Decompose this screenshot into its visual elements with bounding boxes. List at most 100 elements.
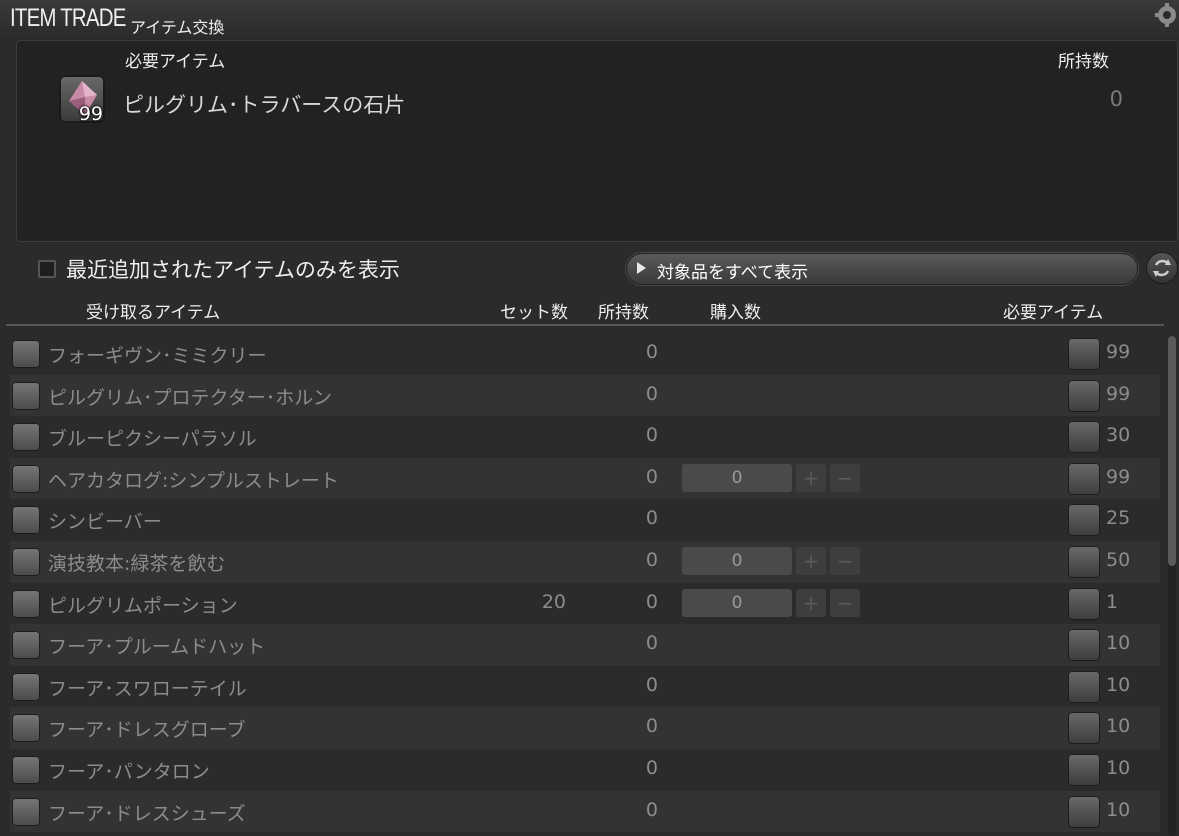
- item-name: 演技教本:緑茶を飲む: [48, 552, 226, 575]
- window-subtitle: アイテム交換: [130, 18, 225, 37]
- item-icon: [12, 340, 40, 368]
- potion-flask-icon[interactable]: [1068, 504, 1100, 537]
- item-icon: [12, 423, 40, 452]
- decrement-button[interactable]: −: [830, 546, 860, 575]
- table-row[interactable]: フーア･ドレスグローブ 0 10: [10, 707, 1160, 749]
- filter-row: 最近追加されたアイテムのみを表示 対象品をすべて表示: [0, 250, 1179, 290]
- item-icon: [12, 672, 40, 701]
- item-name: シンビーバー: [48, 511, 162, 534]
- item-owned-count: 0: [645, 673, 658, 696]
- feather-scale-icon[interactable]: [1068, 545, 1100, 578]
- required-item-cost: 10: [1106, 632, 1131, 655]
- item-name: ブルーピクシーパラソル: [48, 428, 257, 451]
- purchase-quantity-input[interactable]: 0: [682, 546, 792, 575]
- column-set-count: セット数: [500, 303, 568, 323]
- item-icon: [12, 464, 40, 493]
- item-icon: [12, 755, 40, 784]
- feather-scale-icon[interactable]: [1068, 587, 1100, 620]
- decrement-button[interactable]: −: [830, 588, 860, 617]
- required-item-cost: 10: [1106, 756, 1131, 779]
- table-row[interactable]: ピルグリムポーション 20 0 0 + −1: [10, 583, 1160, 625]
- item-owned-count: 0: [645, 424, 658, 447]
- crystal-shard-icon[interactable]: [1068, 338, 1100, 370]
- table-row[interactable]: フォーギヴン･ミミクリー 0 99: [10, 333, 1160, 375]
- required-item-quantity: 99: [78, 103, 103, 125]
- decrement-button[interactable]: −: [830, 463, 860, 492]
- item-name: フーア･ドレスシューズ: [48, 802, 246, 825]
- increment-button[interactable]: +: [796, 546, 826, 575]
- item-icon: [12, 381, 40, 410]
- feather-scale-icon[interactable]: [1068, 670, 1100, 703]
- scrollbar-thumb[interactable]: [1168, 336, 1176, 566]
- show-all-label: 対象品をすべて表示: [657, 263, 809, 283]
- owned-count-label: 所持数: [1058, 52, 1109, 72]
- required-item-cost: 10: [1106, 798, 1131, 821]
- required-item-name: ピルグリム･トラバースの石片: [123, 93, 406, 117]
- table-row[interactable]: シンビーバー 0 25: [10, 499, 1160, 541]
- required-item-cost: 25: [1106, 507, 1131, 530]
- show-all-button[interactable]: 対象品をすべて表示: [626, 253, 1138, 285]
- item-list: フォーギヴン･ミミクリー 0 99 ピルグリム･プロテクター･ホルン 0 99 ブルーピクシ…: [10, 333, 1160, 833]
- recent-items-checkbox-label[interactable]: 最近追加されたアイテムのみを表示: [66, 254, 400, 284]
- item-name: ピルグリムポーション: [48, 594, 238, 617]
- recent-items-checkbox[interactable]: [38, 260, 56, 278]
- item-owned-count: 0: [645, 715, 658, 738]
- purchase-quantity-input[interactable]: 0: [682, 463, 792, 492]
- required-item-cost: 99: [1106, 382, 1131, 405]
- refresh-icon[interactable]: [1146, 252, 1178, 284]
- potion-flask-icon[interactable]: [1068, 462, 1100, 495]
- feather-scale-icon[interactable]: [1068, 712, 1100, 745]
- column-receive: 受け取るアイテム: [86, 303, 221, 323]
- item-owned-count: 0: [645, 632, 658, 655]
- table-row[interactable]: ブルーピクシーパラソル 0 30: [10, 416, 1160, 458]
- table-row[interactable]: フーア･プルームドハット 0 10: [10, 624, 1160, 666]
- table-row[interactable]: フーア･スワローテイル 0 10: [10, 666, 1160, 708]
- increment-button[interactable]: +: [796, 588, 826, 617]
- required-item-cost: 99: [1106, 465, 1131, 488]
- item-owned-count: 0: [645, 507, 658, 530]
- play-icon: [637, 262, 646, 274]
- table-row[interactable]: フーア･パンタロン 0 10: [10, 749, 1160, 791]
- table-row[interactable]: 演技教本:緑茶を飲む 0 0 + −50: [10, 540, 1160, 583]
- table-row[interactable]: フーア･ドレスシューズ 0 10: [10, 790, 1160, 833]
- scrollbar[interactable]: [1168, 336, 1176, 836]
- item-set-count: 20: [541, 590, 566, 613]
- item-icon: [12, 506, 40, 535]
- item-icon: [12, 797, 40, 826]
- crystal-shard-icon[interactable]: 99: [59, 75, 105, 125]
- required-item-cost: 10: [1106, 715, 1131, 738]
- item-name: フォーギヴン･ミミクリー: [48, 345, 267, 367]
- item-icon: [12, 714, 40, 743]
- required-item-cost: 99: [1106, 341, 1131, 363]
- required-item-panel: 必要アイテム 所持数 99 ピルグリム･トラバースの石片 0: [16, 40, 1178, 242]
- title-bar: ITEM TRADE アイテム交換: [0, 0, 1179, 40]
- increment-button[interactable]: +: [796, 463, 826, 492]
- column-required: 必要アイテム: [1003, 303, 1104, 323]
- crystal-shard-icon[interactable]: [1068, 421, 1100, 454]
- item-owned-count: 0: [645, 756, 658, 779]
- item-name: フーア･スワローテイル: [48, 677, 247, 700]
- required-item-cost: 30: [1106, 424, 1131, 447]
- item-owned-count: 0: [645, 465, 658, 488]
- item-name: フーア･プルームドハット: [48, 636, 266, 659]
- column-owned: 所持数: [598, 303, 649, 323]
- column-header-row: 受け取るアイテム セット数 所持数 購入数 必要アイテム: [0, 296, 1179, 324]
- feather-scale-icon[interactable]: [1068, 629, 1100, 662]
- item-name: ヘアカタログ:シンプルストレート: [48, 469, 339, 492]
- item-icon: [12, 547, 40, 576]
- window-title: ITEM TRADE: [10, 4, 126, 32]
- crystal-shard-icon[interactable]: [1068, 379, 1100, 412]
- item-owned-count: 0: [645, 548, 658, 571]
- feather-scale-icon[interactable]: [1068, 795, 1100, 828]
- settings-gear-icon[interactable]: [1153, 0, 1177, 30]
- item-owned-count: 0: [645, 590, 658, 613]
- required-item-cost: 10: [1106, 673, 1131, 696]
- item-owned-count: 0: [645, 798, 658, 821]
- required-item-owned: 0: [1109, 87, 1123, 111]
- feather-scale-icon[interactable]: [1068, 753, 1100, 786]
- required-item-cost: 50: [1106, 548, 1131, 571]
- header-divider: [6, 324, 1164, 326]
- table-row[interactable]: ヘアカタログ:シンプルストレート 0 0 + −99: [10, 457, 1160, 500]
- table-row[interactable]: ピルグリム･プロテクター･ホルン 0 99: [10, 374, 1160, 417]
- purchase-quantity-input[interactable]: 0: [682, 588, 792, 617]
